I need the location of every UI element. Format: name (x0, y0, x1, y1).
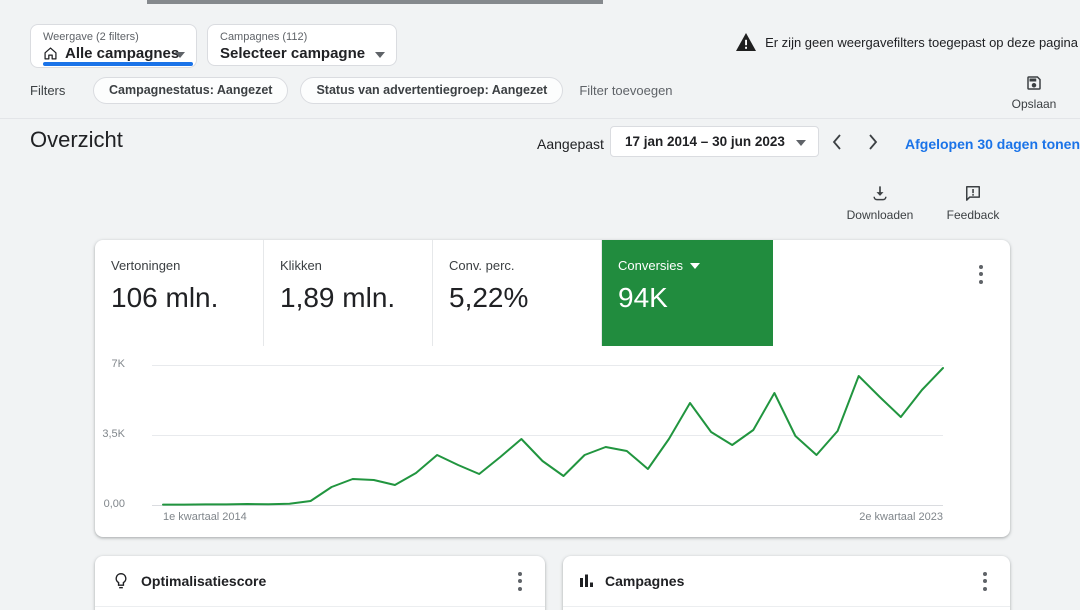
feedback-icon (963, 183, 983, 203)
metric-cell-conv-perc[interactable]: Conv. perc. 5,22% (433, 240, 602, 346)
metric-cell-vertoningen[interactable]: Vertoningen 106 mln. (95, 240, 264, 346)
filters-label: Filters (30, 83, 66, 98)
campaign-selector-dropdown[interactable]: Campagnes (112) Selecteer campagne (207, 24, 397, 66)
metric-label: Conv. perc. (449, 258, 515, 273)
y-axis-tick: 0,00 (103, 498, 125, 510)
filter-chip-campaign-status[interactable]: Campagnestatus: Aangezet (93, 77, 289, 104)
notice-text: Er zijn geen weergavefilters toegepast o… (765, 34, 1078, 50)
page-title: Overzicht (30, 127, 123, 152)
card-title: Campagnes (605, 573, 685, 589)
x-axis-start-label: 1e kwartaal 2014 (163, 511, 247, 523)
card-title: Optimalisatiescore (141, 573, 267, 589)
lightbulb-icon (111, 571, 131, 591)
save-button[interactable]: Opslaan (1004, 74, 1064, 111)
metric-value: 5,22% (449, 282, 529, 313)
top-edge-bar (147, 0, 603, 4)
filters-notice: Er zijn geen weergavefilters toegepast o… (736, 33, 1078, 51)
campaigns-card: Campagnes (563, 556, 1010, 610)
warning-icon (736, 33, 757, 51)
section-divider (0, 118, 1080, 119)
conversions-line-path (162, 367, 944, 506)
view-selector-dropdown[interactable]: Weergave (2 filters) Alle campagnes (30, 24, 197, 68)
chevron-left-icon (832, 134, 842, 150)
scorecard-kebab-menu[interactable] (972, 262, 990, 286)
metric-value: 1,89 mln. (280, 282, 396, 313)
conversions-line-chart (162, 367, 944, 506)
save-label: Opslaan (1011, 97, 1057, 111)
google-ads-overview-page: Weergave (2 filters) Alle campagnes Camp… (0, 0, 1080, 610)
download-label: Downloaden (846, 208, 914, 222)
add-filter-button[interactable]: Filter toevoegen (575, 77, 672, 104)
date-range-dropdown[interactable]: 17 jan 2014 – 30 jun 2023 (610, 126, 819, 157)
metric-value: 94K (618, 282, 668, 313)
chevron-down-icon (690, 262, 701, 269)
home-icon (43, 46, 58, 61)
chevron-down-icon (175, 45, 185, 63)
feedback-button[interactable]: Feedback (939, 183, 1007, 222)
x-axis-end-label: 2e kwartaal 2023 (859, 511, 943, 523)
download-icon (870, 183, 890, 203)
optimization-score-card: Optimalisatiescore (95, 556, 545, 610)
campaign-selector-value: Selecteer campagne (220, 45, 366, 62)
bar-chart-icon (579, 573, 595, 589)
campaign-selector-caption: Campagnes (112) (220, 31, 308, 43)
y-axis-tick: 3,5K (102, 428, 125, 440)
save-icon (1025, 74, 1043, 92)
y-axis-tick: 7K (111, 358, 125, 370)
view-selector-caption: Weergave (2 filters) (43, 31, 139, 43)
date-range-value: 17 jan 2014 – 30 jun 2023 (625, 134, 785, 149)
filter-chips-row: Campagnestatus: Aangezet Status van adve… (93, 77, 673, 104)
show-last-30-days-link[interactable]: Afgelopen 30 dagen tonen (905, 136, 1080, 152)
metric-label: Klikken (280, 258, 322, 273)
metric-value: 106 mln. (111, 282, 219, 313)
optimization-card-kebab-menu[interactable] (511, 569, 529, 593)
chevron-down-icon (375, 45, 385, 63)
campaigns-card-kebab-menu[interactable] (976, 569, 994, 593)
next-period-button[interactable] (860, 130, 886, 154)
metric-cell-klikken[interactable]: Klikken 1,89 mln. (264, 240, 433, 346)
view-active-underline (43, 62, 193, 66)
previous-period-button[interactable] (824, 130, 850, 154)
filter-chip-adgroup-status[interactable]: Status van advertentiegroep: Aangezet (300, 77, 564, 104)
overview-scorecard: Vertoningen 106 mln. Klikken 1,89 mln. C… (95, 240, 1010, 537)
view-selector-value: Alle campagnes (65, 45, 180, 62)
metric-cell-conversies[interactable]: Conversies 94K (602, 240, 773, 346)
chevron-right-icon (868, 134, 878, 150)
download-button[interactable]: Downloaden (846, 183, 914, 222)
metric-label: Conversies (618, 258, 684, 273)
feedback-label: Feedback (946, 208, 1000, 222)
date-mode-label: Aangepast (537, 136, 604, 152)
chevron-down-icon (796, 133, 806, 151)
metric-label: Vertoningen (111, 258, 181, 273)
